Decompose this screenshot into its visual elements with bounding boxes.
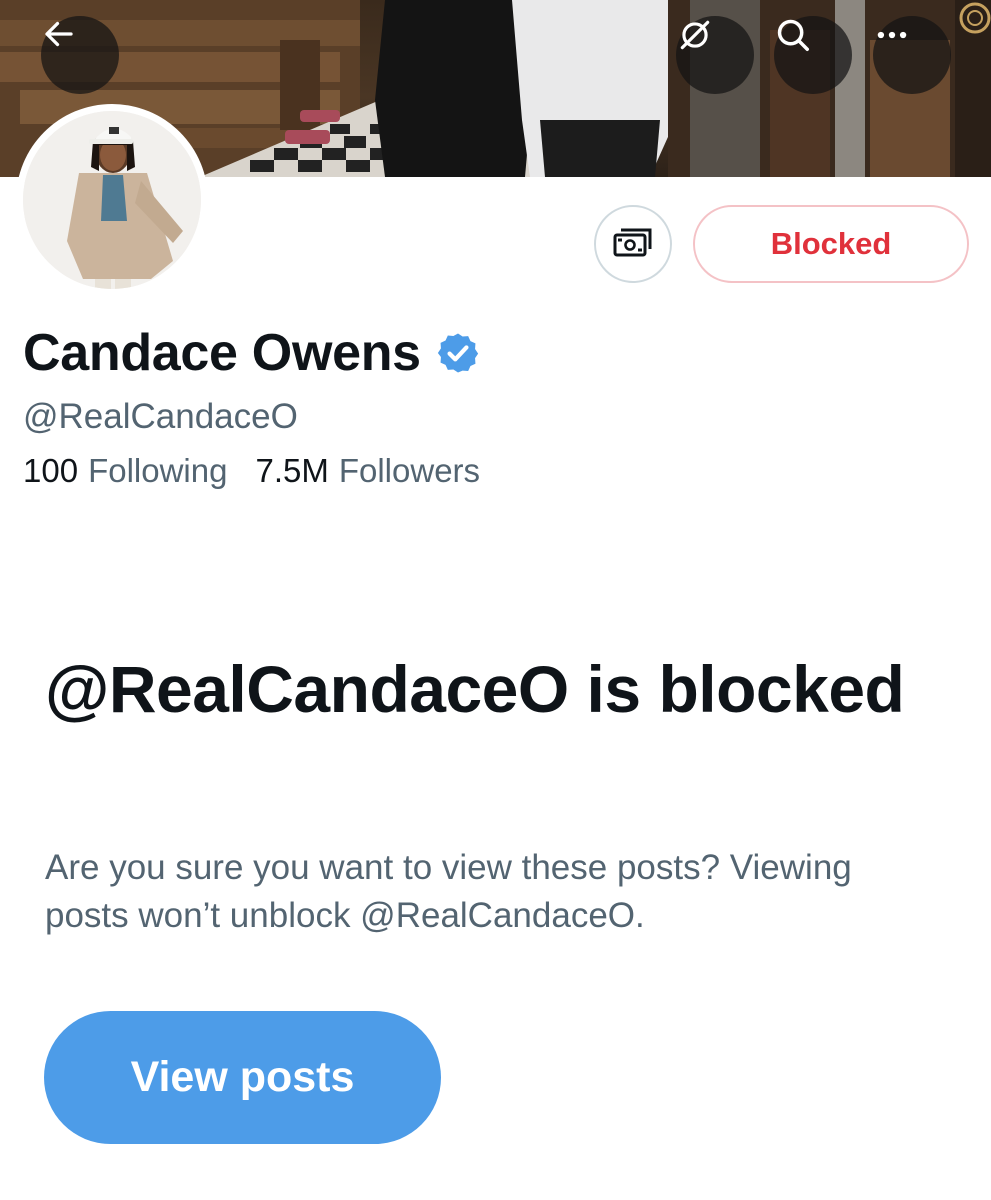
profile-handle: @RealCandaceO (23, 397, 298, 436)
view-posts-button[interactable]: View posts (44, 1011, 441, 1144)
profile-stats: 100 Following 7.5M Followers (23, 452, 480, 490)
arrow-left-icon (45, 21, 73, 47)
blocked-notice-description: Are you sure you want to view these post… (45, 848, 852, 935)
blocked-notice-title: @RealCandaceO is blocked (45, 652, 905, 726)
tip-button[interactable] (594, 205, 672, 283)
followers-count: 7.5M (255, 452, 329, 489)
following-link[interactable]: 100 Following (23, 452, 227, 490)
search-icon (777, 19, 809, 51)
display-name: Candace Owens (23, 324, 421, 382)
followers-link[interactable]: 7.5M Followers (255, 452, 480, 490)
following-count: 100 (23, 452, 79, 489)
avatar-image (23, 111, 201, 289)
translate-button[interactable] (676, 16, 754, 94)
blocked-button[interactable]: Blocked (693, 205, 969, 283)
avatar[interactable] (16, 104, 208, 296)
translate-slash-icon (680, 20, 710, 50)
verified-badge-icon[interactable] (435, 330, 481, 376)
profile-page: Blocked Candace Owens @RealCandaceO 100 … (0, 0, 991, 1200)
more-horizontal-icon (877, 31, 907, 39)
money-icon (613, 228, 652, 257)
followers-label: Followers (338, 452, 481, 489)
search-button[interactable] (774, 16, 852, 94)
more-button[interactable] (873, 16, 951, 94)
back-button[interactable] (41, 16, 119, 94)
following-label: Following (88, 452, 228, 489)
display-name-row: Candace Owens (23, 323, 481, 383)
